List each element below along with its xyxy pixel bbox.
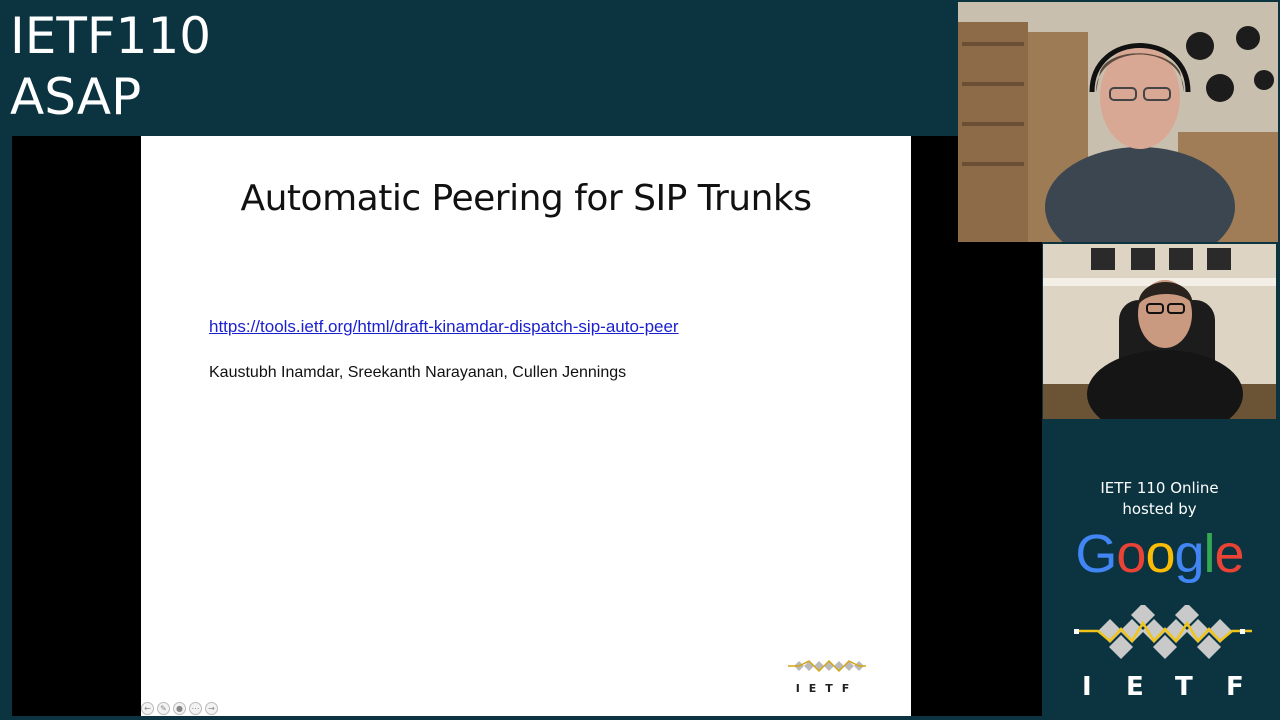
google-letter: G [1075, 524, 1117, 584]
previous-slide-icon[interactable]: ← [141, 701, 154, 715]
options-icon[interactable]: ⋯ [189, 701, 202, 715]
ietf-logo-letter: E [1126, 672, 1144, 702]
slides-menu-icon[interactable]: ● [173, 701, 186, 715]
participant-video-2 [1043, 244, 1276, 419]
google-letter: o [1145, 524, 1175, 584]
ietf-logo-letter: T [1175, 672, 1193, 702]
next-slide-icon[interactable]: → [205, 701, 218, 715]
pen-icon[interactable]: ✎ [157, 701, 170, 715]
participant-1-image [958, 2, 1278, 242]
ietf-logo: I E T F [1068, 603, 1258, 705]
session-title: IETF110 ASAP [10, 6, 211, 128]
slide-authors: Kaustubh Inamdar, Sreekanth Narayanan, C… [209, 364, 627, 381]
ietf-logo-graphic: I E T F [1074, 603, 1252, 702]
session-title-line1: IETF110 [10, 7, 212, 65]
slide-title: Automatic Peering for SIP Trunks [240, 178, 812, 219]
sponsor-line1: IETF 110 Online [1100, 479, 1219, 497]
ietf-slide-logo: IETF [786, 652, 868, 702]
session-title-line2: ASAP [10, 68, 142, 126]
google-letter: l [1203, 524, 1216, 584]
sponsor-text: IETF 110 Online hosted by [1043, 478, 1276, 520]
google-logo: Google [1043, 523, 1276, 585]
presentation-slide: Automatic Peering for SIP Trunks https:/… [141, 136, 911, 716]
slide-controls: ← ✎ ● ⋯ → [141, 701, 218, 715]
ietf-logo-letter: F [1226, 672, 1244, 702]
participant-2-image [1043, 244, 1276, 419]
google-letter: g [1174, 524, 1205, 584]
ietf-logo-letter: I [1082, 672, 1092, 702]
ietf-slide-logo-text: IETF [795, 682, 859, 695]
participant-video-1 [958, 2, 1278, 242]
ietf-diamonds-small [788, 659, 866, 673]
sponsor-line2: hosted by [1122, 500, 1197, 518]
google-letter: e [1214, 524, 1245, 584]
draft-link[interactable]: https://tools.ietf.org/html/draft-kinamd… [209, 317, 679, 337]
google-letter: o [1116, 524, 1146, 584]
